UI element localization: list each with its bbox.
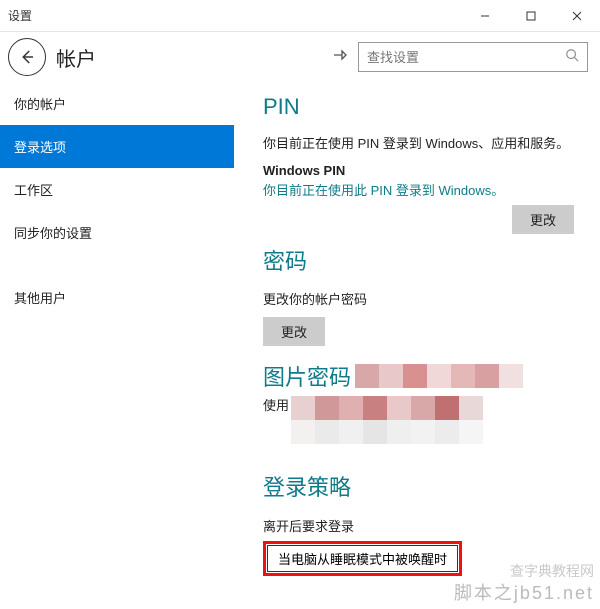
window-title: 设置 xyxy=(8,7,32,24)
page-title: 帐户 xyxy=(56,43,96,72)
search-icon xyxy=(565,48,579,67)
search-input[interactable] xyxy=(367,50,565,65)
pixelated-censored xyxy=(355,364,523,388)
sidebar-item-signin-options[interactable]: 登录选项 xyxy=(0,125,234,168)
minimize-button[interactable] xyxy=(462,0,508,32)
picture-prefix: 使用 xyxy=(263,396,289,417)
close-button[interactable] xyxy=(554,0,600,32)
highlight-annotation: 当电脑从睡眠模式中被唤醒时 xyxy=(263,541,462,576)
watermark-main: 脚本之jb51.net xyxy=(454,579,594,605)
pin-subheading: Windows PIN xyxy=(263,163,578,178)
policy-heading: 登录策略 xyxy=(263,470,578,502)
maximize-button[interactable] xyxy=(508,0,554,32)
content: PIN 你目前正在使用 PIN 登录到 Windows、应用和服务。 Windo… xyxy=(235,82,600,609)
sidebar-spacer xyxy=(0,254,234,276)
sidebar-item-work-access[interactable]: 工作区 xyxy=(0,168,234,211)
back-button[interactable] xyxy=(8,38,46,76)
pin-heading: PIN xyxy=(263,94,578,120)
sidebar-item-sync-settings[interactable]: 同步你的设置 xyxy=(0,211,234,254)
search-box[interactable] xyxy=(358,42,588,72)
picture-heading: 图片密码 xyxy=(263,360,351,392)
pin-icon[interactable] xyxy=(332,47,348,68)
window-controls xyxy=(462,0,600,32)
sidebar-item-other-users[interactable]: 其他用户 xyxy=(0,276,234,319)
password-heading: 密码 xyxy=(263,244,578,276)
pin-change-button[interactable]: 更改 xyxy=(512,205,574,234)
policy-label: 离开后要求登录 xyxy=(263,516,578,535)
password-desc: 更改你的帐户密码 xyxy=(263,290,578,311)
body: 你的帐户 登录选项 工作区 同步你的设置 其他用户 PIN 你目前正在使用 PI… xyxy=(0,82,600,609)
pin-link[interactable]: 你目前正在使用此 PIN 登录到 Windows。 xyxy=(263,180,578,199)
pin-btn-row: 更改 xyxy=(263,199,578,234)
password-change-button[interactable]: 更改 xyxy=(263,317,325,346)
sidebar-item-your-account[interactable]: 你的帐户 xyxy=(0,82,234,125)
titlebar: 设置 xyxy=(0,0,600,32)
header: 帐户 xyxy=(0,32,600,82)
pin-desc: 你目前正在使用 PIN 登录到 Windows、应用和服务。 xyxy=(263,134,578,155)
policy-dropdown[interactable]: 当电脑从睡眠模式中被唤醒时 xyxy=(267,545,458,572)
pixelated-censored-2 xyxy=(291,396,483,444)
sidebar: 你的帐户 登录选项 工作区 同步你的设置 其他用户 xyxy=(0,82,235,609)
watermark-secondary: 查字典教程网 xyxy=(510,561,594,581)
